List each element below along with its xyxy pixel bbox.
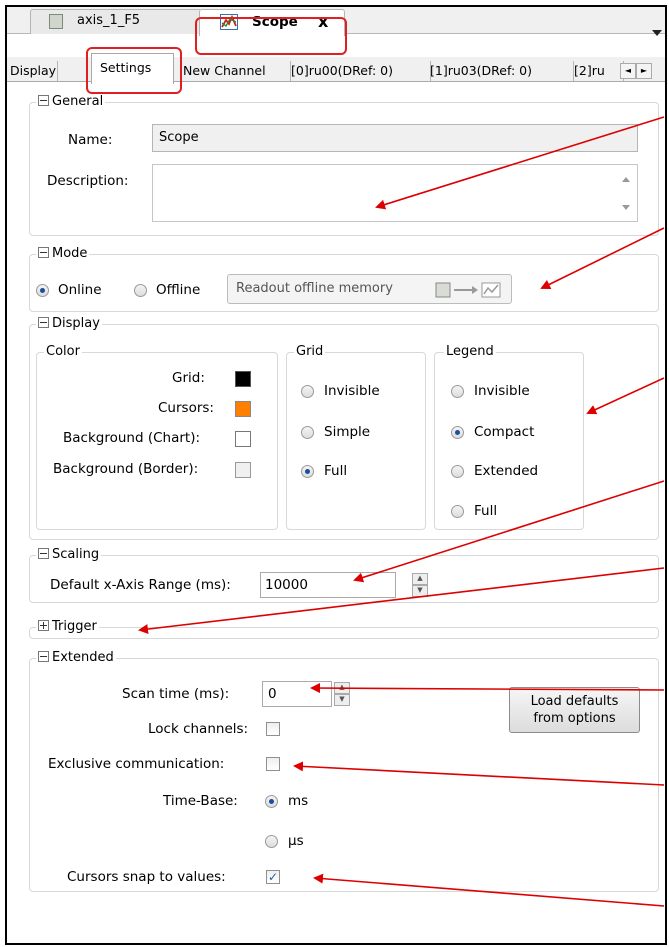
- annotation-arrow-exclusive: [293, 761, 665, 786]
- annotation-arrow-trigger: [138, 567, 665, 635]
- annotation-arrow-scan-time: [310, 683, 665, 694]
- annotation-arrow-legend: [586, 377, 665, 415]
- annotation-arrow-scaling: [353, 480, 665, 583]
- annotation-arrows: [138, 116, 665, 907]
- annotation-arrow-cursors-snap: [313, 873, 665, 907]
- annotation-arrow-readout: [540, 227, 665, 289]
- annotation-arrow-description: [375, 116, 665, 210]
